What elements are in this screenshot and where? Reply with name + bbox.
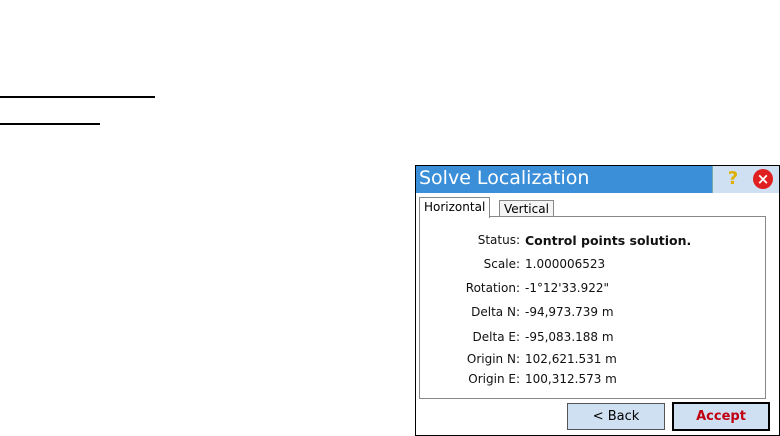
field-value: -1°12'33.922" <box>525 281 610 295</box>
field-value: -95,083.188 m <box>525 330 614 344</box>
field-label: Status: <box>477 233 520 247</box>
title-bar: Solve Localization ? × <box>416 166 779 193</box>
back-button[interactable]: < Back <box>567 403 665 430</box>
field-value: Control points solution. <box>525 233 692 248</box>
field-value: -94,973.739 m <box>525 305 614 319</box>
field-label: Delta N: <box>471 305 520 319</box>
field-label: Origin N: <box>466 352 520 366</box>
help-icon[interactable]: ? <box>723 169 743 189</box>
tab-vertical[interactable]: Vertical <box>499 200 554 217</box>
divider-line <box>0 96 155 98</box>
field-value: 100,312.573 m <box>525 372 617 386</box>
field-label: Origin E: <box>468 372 520 386</box>
field-label: Delta E: <box>472 330 520 344</box>
dialog-title: Solve Localization <box>419 167 590 189</box>
solve-localization-dialog: Solve Localization ? × Horizontal Vertic… <box>415 165 780 436</box>
tab-horizontal[interactable]: Horizontal <box>419 197 491 218</box>
close-icon[interactable]: × <box>753 169 773 189</box>
field-label: Scale: <box>483 257 520 271</box>
field-value: 102,621.531 m <box>525 352 617 366</box>
field-value: 1.000006523 <box>525 257 606 271</box>
horizontal-panel: Status: Control points solution. Scale: 1.… <box>419 216 766 399</box>
divider-line <box>0 123 100 125</box>
accept-button[interactable]: Accept <box>672 402 770 431</box>
field-label: Rotation: <box>465 281 520 295</box>
title-buttons: ? × <box>712 166 779 193</box>
